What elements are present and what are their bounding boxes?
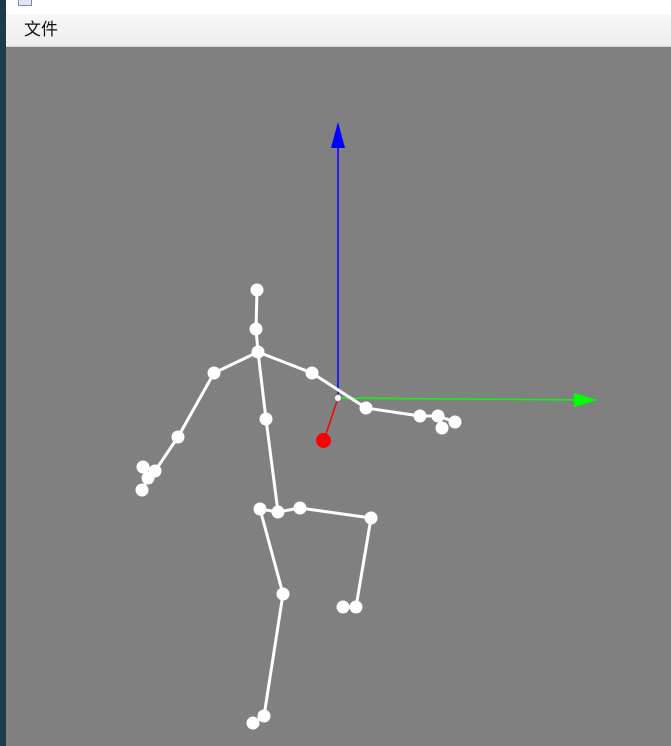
z-axis-head bbox=[316, 433, 331, 448]
left-foot-joint bbox=[246, 716, 260, 730]
pelvis-joint bbox=[271, 505, 285, 519]
axes-gizmo bbox=[316, 122, 598, 448]
right-knee-joint bbox=[364, 511, 378, 525]
right-hand-joint-b bbox=[448, 415, 462, 429]
right-shoulder-joint bbox=[305, 366, 319, 380]
right-ankle-joint bbox=[349, 600, 363, 614]
left-ankle-joint bbox=[257, 709, 271, 723]
right-hand-joint-c bbox=[435, 421, 449, 435]
left-hand-joint-b bbox=[141, 471, 155, 485]
app-window: 文件 bbox=[0, 0, 671, 746]
y-axis-arrowhead bbox=[331, 122, 345, 148]
axes-origin bbox=[334, 394, 342, 402]
3d-viewport[interactable] bbox=[6, 47, 671, 746]
right-arm-bone bbox=[256, 350, 457, 424]
x-axis-arrowhead bbox=[574, 393, 598, 407]
spine-joint bbox=[259, 412, 273, 426]
chest-joint bbox=[251, 345, 265, 359]
neck-joint bbox=[249, 322, 263, 336]
left-hip-joint bbox=[253, 502, 267, 516]
x-axis-line bbox=[337, 397, 581, 401]
torso-bone bbox=[256, 350, 280, 514]
right-elbow-joint bbox=[359, 401, 373, 415]
right-foot-joint bbox=[336, 600, 350, 614]
viewport-scene bbox=[135, 122, 598, 730]
left-arm-bone bbox=[141, 350, 260, 473]
head-joint bbox=[250, 283, 264, 297]
skeleton-joints bbox=[135, 283, 462, 730]
left-hand-joint-c bbox=[135, 483, 149, 497]
left-knee-joint bbox=[276, 587, 290, 601]
left-leg-bone bbox=[251, 507, 285, 725]
right-hand-joint-a bbox=[431, 409, 445, 423]
right-leg-bone bbox=[298, 506, 373, 609]
right-hip-joint bbox=[293, 501, 307, 515]
left-elbow-joint bbox=[171, 430, 185, 444]
right-wrist-joint bbox=[413, 409, 427, 423]
spine-bone bbox=[254, 288, 260, 354]
left-shoulder-joint bbox=[207, 366, 221, 380]
